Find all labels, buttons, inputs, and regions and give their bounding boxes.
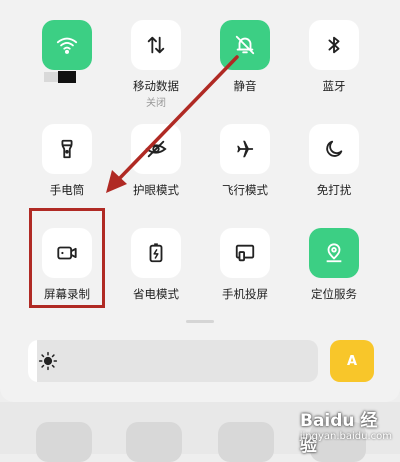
quick-settings-panel: 移动数据 关闭 静音 蓝牙 手电筒 护眼模式 飞行模式 免打扰 屏幕录制 省电模… [0, 0, 400, 402]
dock-app-3 [218, 422, 274, 462]
dock-app-2 [126, 422, 182, 462]
brightness-slider[interactable] [28, 340, 318, 382]
drag-handle[interactable] [186, 320, 214, 323]
auto-brightness-button[interactable]: A [330, 340, 374, 382]
dock-app-phone [36, 422, 92, 462]
watermark-url: jingyan.baidu.com [299, 431, 392, 442]
sun-icon [38, 351, 58, 371]
baidu-watermark: Baidu 经验 jingyan.baidu.com [299, 404, 396, 456]
brightness-fill [28, 340, 37, 382]
